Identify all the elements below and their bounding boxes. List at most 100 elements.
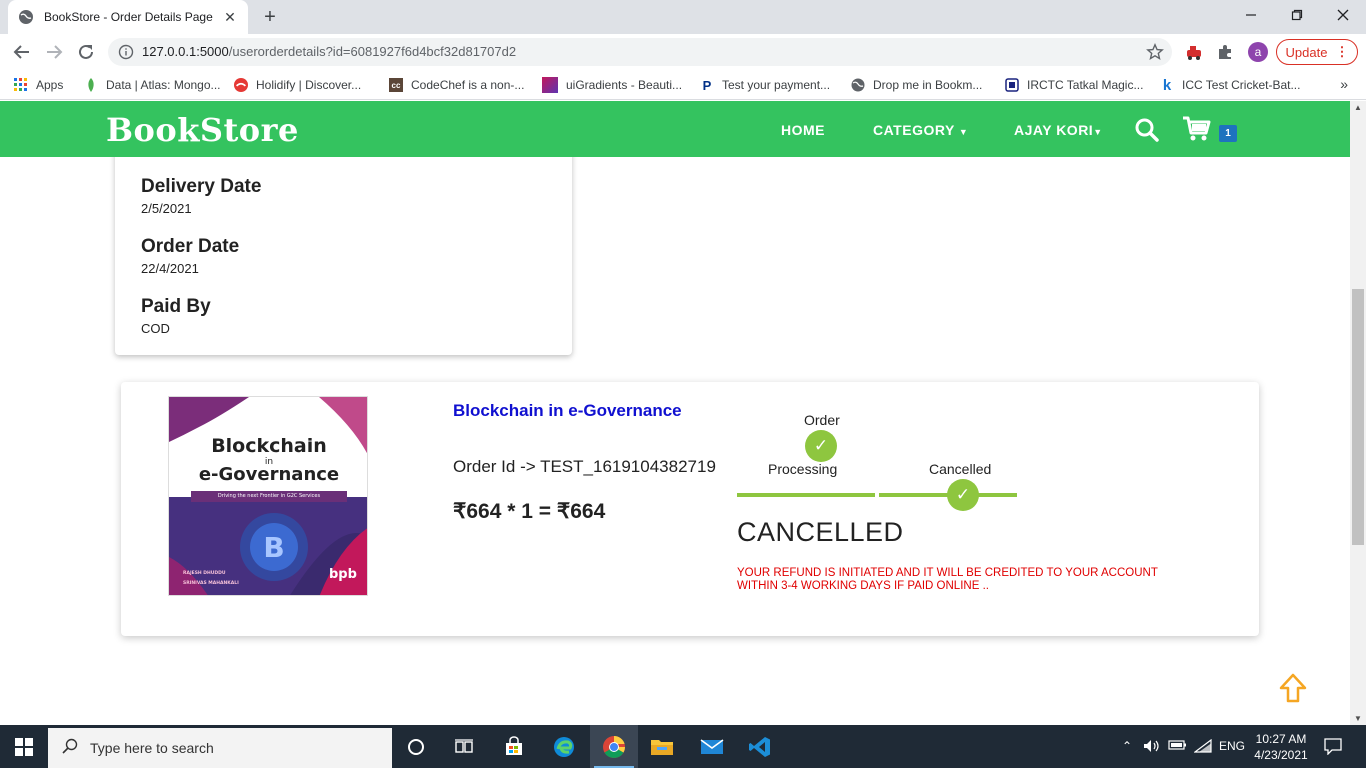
bookmark-irctc[interactable]: IRCTC Tatkal Magic... [1005,76,1143,94]
wifi-icon[interactable] [1193,738,1212,756]
page-scrollbar[interactable]: ▲ ▼ [1350,101,1366,725]
nav-category-label: CATEGORY [873,122,955,138]
svg-text:B: B [263,531,284,564]
task-view-icon[interactable] [440,725,488,768]
back-arrow-icon[interactable] [10,40,34,64]
paypal-icon: P [702,77,712,93]
cart-count-badge: 1 [1219,125,1237,142]
order-item-card: B Blockchain in e-Governance Driving the… [121,382,1259,636]
battery-icon[interactable] [1168,739,1188,754]
bookmark-apps[interactable]: Apps [14,76,63,94]
extensions-puzzle-icon[interactable] [1215,42,1235,62]
minimize-button[interactable] [1228,4,1274,26]
cover-tagline: Driving the next Frontier in G2C Service… [191,491,347,502]
uigradients-icon [542,77,558,93]
forward-arrow-icon[interactable] [42,40,66,64]
nav-user-menu[interactable]: AJAY KORI▼ [1014,122,1103,138]
microsoft-store-icon[interactable] [490,725,538,768]
bookmark-paypal[interactable]: P Test your payment... [700,76,830,94]
windows-taskbar: Type here to search ⌃ ENG 10:27 AM 4/23/… [0,725,1366,768]
tray-chevron-up-icon[interactable]: ⌃ [1122,739,1132,753]
edge-icon[interactable] [540,725,588,768]
bookmark-uigradients[interactable]: uiGradients - Beauti... [542,76,682,94]
cortana-icon[interactable] [392,725,440,768]
windows-start-icon[interactable] [0,725,48,768]
notification-icon[interactable] [1324,737,1342,758]
bookmarks-bar: Apps Data | Atlas: Mongo... Holidify | D… [0,70,1366,100]
tracker-step1-bottom-label: Processing [768,461,838,477]
order-date-value: 22/4/2021 [141,261,199,276]
browser-tab[interactable]: BookStore - Order Details Page ✕ [8,0,248,34]
clock-date: 4/23/2021 [1254,748,1308,762]
close-window-button[interactable] [1320,4,1366,26]
page-viewport: Delivery Date 2/5/2021 Order Date 22/4/2… [0,101,1350,725]
speaker-icon[interactable] [1143,739,1161,756]
bookmark-label: CodeChef is a non-... [411,78,525,92]
bookmark-label: Apps [36,78,64,92]
url-path: /userorderdetails?id=6081927f6d4bcf32d81… [228,44,517,59]
taskbar-search-placeholder: Type here to search [90,740,214,756]
cover-publisher: bpb [329,567,357,582]
reload-icon[interactable] [74,40,98,64]
tab-title: BookStore - Order Details Page [44,10,213,24]
taskbar-clock[interactable]: 10:27 AM 4/23/2021 [1250,731,1312,763]
codechef-icon: cc [389,78,403,92]
holidify-icon [234,78,248,92]
order-id: Order Id -> TEST_1619104382719 [453,457,716,476]
k-icon: k [1162,76,1172,94]
book-title-link[interactable]: Blockchain in e-Governance [453,401,682,421]
new-tab-button[interactable]: + [258,5,282,29]
paid-by-value: COD [141,321,170,336]
refund-note: YOUR REFUND IS INITIATED AND IT WILL BE … [737,567,1158,592]
mail-icon[interactable] [688,725,736,768]
bookmark-star-icon[interactable] [1146,43,1164,61]
bookmark-label: Test your payment... [722,78,831,92]
scrollbar-thumb[interactable] [1352,289,1364,545]
update-button[interactable]: Update ⋮ [1276,39,1358,65]
vscode-icon[interactable] [736,725,784,768]
step1-check-icon: ✓ [805,430,837,462]
profile-avatar[interactable]: a [1248,42,1268,62]
site-navbar: BookStore HOME CATEGORY ▼ AJAY KORI▼ 1 [0,101,1350,157]
book-cover-image[interactable]: B Blockchain in e-Governance Driving the… [168,396,368,596]
input-language[interactable]: ENG [1219,739,1245,753]
bookmark-label: uiGradients - Beauti... [566,78,683,92]
cart-icon[interactable] [1182,115,1212,143]
taskbar-search-box[interactable]: Type here to search [48,728,392,768]
cover-title-line3: e-Governance [198,464,340,485]
site-info-icon[interactable] [118,44,134,60]
search-icon[interactable] [1134,117,1160,143]
bookmark-codechef[interactable]: cc CodeChef is a non-... [389,76,524,94]
order-date-label: Order Date [141,236,240,257]
cover-author-1: RAJESH DHUDDU [183,571,226,576]
search-icon [62,738,78,759]
tracker-step1-top-label: Order [804,412,840,428]
bookmark-icc[interactable]: k ICC Test Cricket-Bat... [1160,76,1301,94]
scroll-up-icon[interactable]: ▲ [1354,103,1362,112]
irctc-icon [1005,78,1019,92]
address-bar[interactable]: 127.0.0.1:5000/userorderdetails?id=60819… [108,38,1172,66]
scroll-down-icon[interactable]: ▼ [1354,714,1362,723]
chrome-icon[interactable] [590,725,638,768]
close-tab-icon[interactable]: ✕ [222,9,238,25]
back-to-top-arrow-icon[interactable] [1279,673,1307,703]
delivery-date-label: Delivery Date [141,176,262,197]
nav-home[interactable]: HOME [781,122,825,138]
tracker-progress-line-1 [737,493,875,497]
nav-category[interactable]: CATEGORY ▼ [873,122,968,138]
file-explorer-icon[interactable] [638,725,686,768]
bookmark-mongodb[interactable]: Data | Atlas: Mongo... [84,76,221,94]
cover-author-2: SRINIVAS MAHANKALI [183,581,239,586]
site-logo[interactable]: BookStore [106,111,299,149]
bookmark-label: IRCTC Tatkal Magic... [1027,78,1144,92]
bookmark-label: ICC Test Cricket-Bat... [1182,78,1301,92]
more-bookmarks-icon[interactable]: » [1340,76,1348,92]
update-label: Update [1285,44,1328,60]
red-extension-icon[interactable] [1184,42,1204,62]
bookmark-drop-me[interactable]: Drop me in Bookm... [851,76,982,94]
bookmark-holidify[interactable]: Holidify | Discover... [234,76,361,94]
globe-icon [18,9,34,25]
browser-tab-bar: BookStore - Order Details Page ✕ + [0,0,1366,34]
restore-button[interactable] [1274,4,1320,26]
bookmark-label: Drop me in Bookm... [873,78,983,92]
